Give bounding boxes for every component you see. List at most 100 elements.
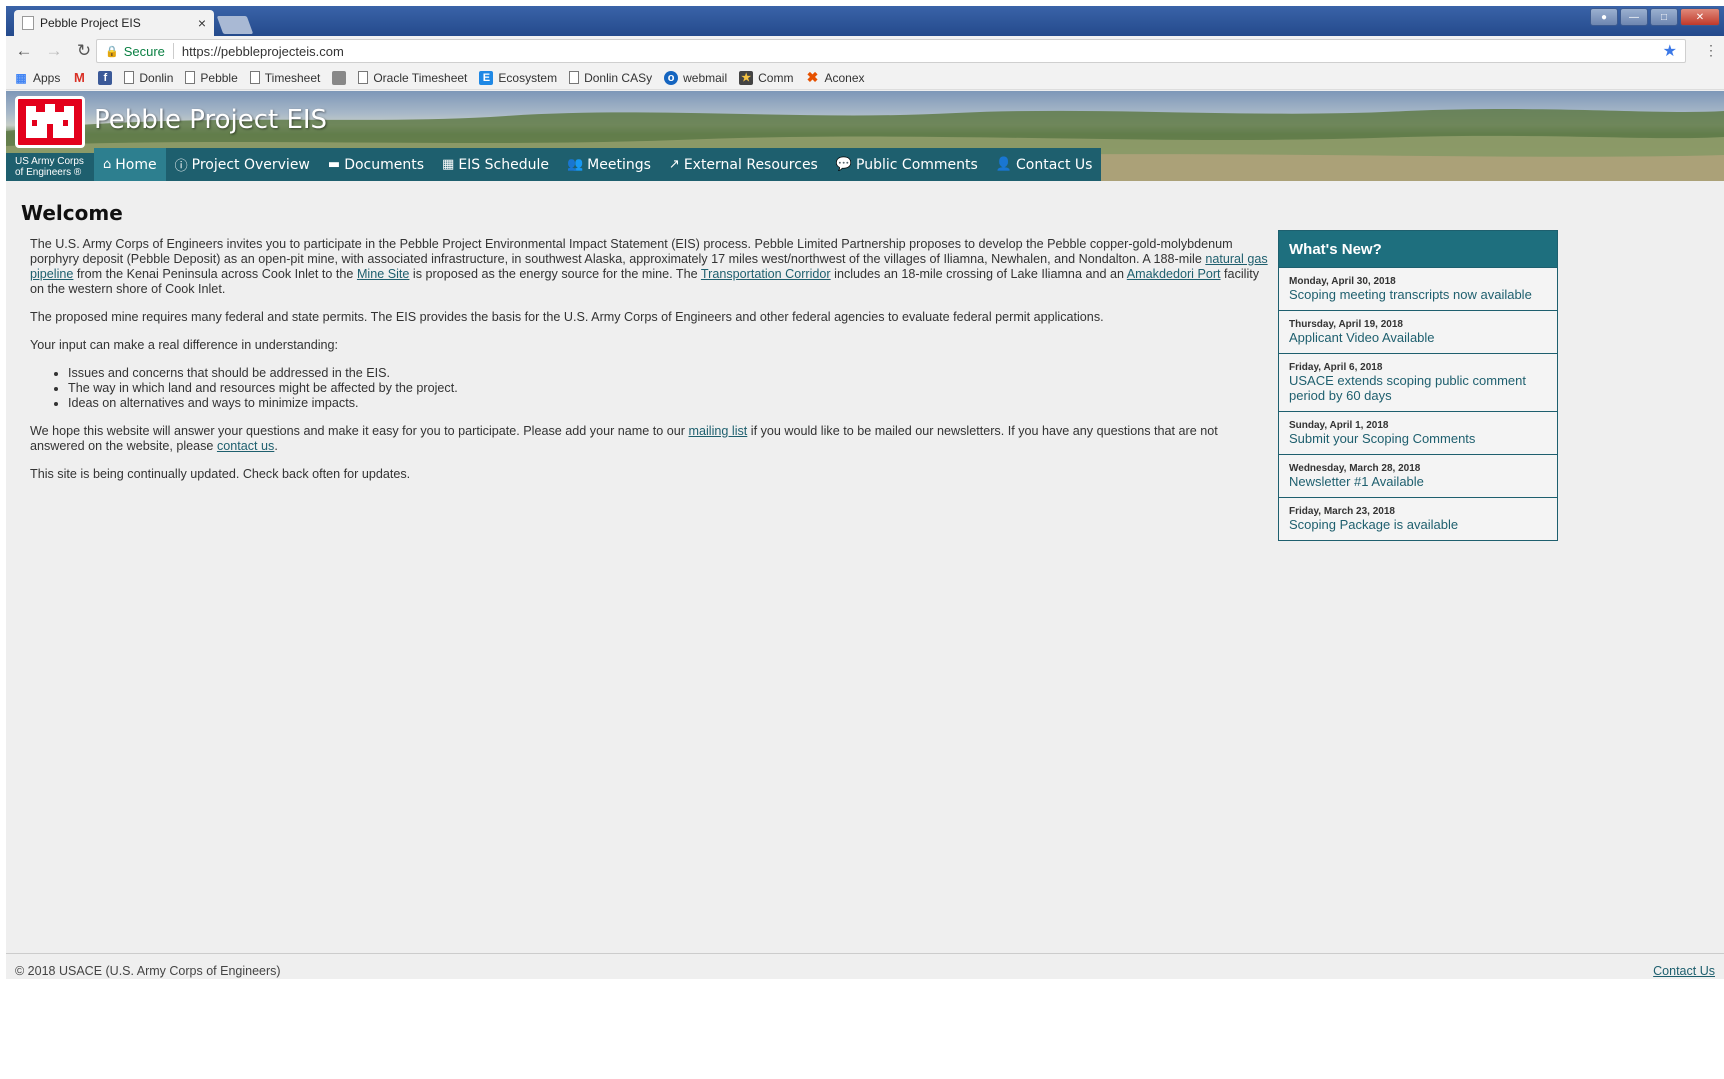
- page-margin: [0, 979, 1724, 1079]
- bookmark-unnamed[interactable]: [332, 70, 347, 85]
- input-list: Issues and concerns that should be addre…: [68, 366, 1270, 411]
- profile-button[interactable]: ●: [1590, 8, 1618, 26]
- tab-close-icon[interactable]: ×: [198, 15, 206, 31]
- list-item: The way in which land and resources migh…: [68, 381, 1270, 396]
- comment-icon: 💬: [835, 157, 853, 172]
- title-bar: Pebble Project EIS × ● — □ ✕: [6, 6, 1724, 36]
- bookmark-pebble[interactable]: Pebble: [185, 71, 238, 85]
- page-icon: [249, 71, 260, 84]
- site-title[interactable]: Pebble Project EIS: [94, 105, 327, 135]
- transportation-corridor-link[interactable]: Transportation Corridor: [701, 267, 831, 281]
- nav-contact-us[interactable]: 👤 Contact Us: [987, 148, 1102, 181]
- bookmark-ecosystem[interactable]: E Ecosystem: [479, 70, 557, 85]
- bookmark-timesheet[interactable]: Timesheet: [249, 71, 320, 85]
- minimize-button[interactable]: —: [1620, 8, 1648, 26]
- mailing-list-link[interactable]: mailing list: [689, 424, 748, 438]
- news-item[interactable]: Friday, March 23, 2018 Scoping Package is…: [1279, 497, 1557, 540]
- copyright-text: © 2018 USACE (U.S. Army Corps of Enginee…: [15, 964, 281, 978]
- bookmark-oracle-timesheet[interactable]: Oracle Timesheet: [358, 71, 467, 85]
- facebook-icon: f: [98, 70, 113, 85]
- page-icon: [569, 71, 580, 84]
- new-tab-button[interactable]: [216, 16, 254, 34]
- nav-project-overview[interactable]: ⓘ Project Overview: [166, 148, 319, 181]
- whats-new-heading: What's New?: [1279, 231, 1557, 267]
- site-header: US Army Corps of Engineers ® Pebble Proj…: [6, 91, 1724, 181]
- bookmark-webmail[interactable]: o webmail: [664, 70, 727, 85]
- org-name: US Army Corps of Engineers ®: [6, 153, 94, 181]
- usace-castle-logo[interactable]: [15, 96, 85, 148]
- amakdedori-port-link[interactable]: Amakdedori Port: [1127, 267, 1221, 281]
- page-title: Welcome: [21, 201, 123, 225]
- page-icon: [185, 71, 196, 84]
- nav-eis-schedule[interactable]: ▦ EIS Schedule: [433, 148, 558, 181]
- apps-grid-icon: ▦: [15, 70, 27, 85]
- webmail-icon: o: [664, 70, 679, 85]
- intro-paragraph: The U.S. Army Corps of Engineers invites…: [30, 237, 1268, 296]
- list-item: Issues and concerns that should be addre…: [68, 366, 1270, 381]
- url-text[interactable]: https://pebbleprojecteis.com: [182, 44, 344, 59]
- news-item[interactable]: Thursday, April 19, 2018 Applicant Video …: [1279, 310, 1557, 353]
- news-item[interactable]: Friday, April 6, 2018 USACE extends scopi…: [1279, 353, 1557, 411]
- news-item[interactable]: Wednesday, March 28, 2018 Newsletter #1 A…: [1279, 454, 1557, 497]
- back-arrow-icon[interactable]: ←: [12, 41, 36, 61]
- news-item[interactable]: Monday, April 30, 2018 Scoping meeting tr…: [1279, 267, 1557, 310]
- whats-new-panel: What's New? Monday, April 30, 2018 Scopin…: [1278, 230, 1558, 541]
- gmail-icon: M: [73, 70, 85, 85]
- browser-toolbar: ← → ↻ 🔒 Secure https://pebbleprojecteis.…: [6, 36, 1724, 66]
- tab-title: Pebble Project EIS: [40, 16, 141, 30]
- permits-paragraph: The proposed mine requires many federal …: [30, 310, 1104, 324]
- address-bar[interactable]: 🔒 Secure https://pebbleprojecteis.com ★: [96, 39, 1686, 63]
- nav-home[interactable]: ⌂ Home: [94, 148, 166, 181]
- browser-window: Pebble Project EIS × ● — □ ✕ ← → ↻ 🔒 Sec…: [6, 6, 1724, 1079]
- bookmarks-bar: ▦ Apps M f Donlin Pebble Timesheet Oracle…: [6, 66, 1724, 90]
- external-link-icon: ↗: [668, 157, 680, 172]
- secure-label: Secure: [123, 43, 165, 59]
- main-navigation: ⌂ Home ⓘ Project Overview ▬ Documents ▦ EIS …: [94, 148, 1102, 181]
- bookmark-apps[interactable]: ▦ Apps: [14, 71, 60, 85]
- info-icon: ⓘ: [174, 159, 188, 174]
- comm-icon: ★: [739, 70, 754, 85]
- footer-contact-link[interactable]: Contact Us: [1653, 964, 1715, 978]
- divider: [172, 43, 174, 59]
- maximize-button[interactable]: □: [1650, 8, 1678, 26]
- calendar-icon: ▦: [442, 157, 455, 172]
- ecosystem-icon: E: [479, 70, 494, 85]
- bookmark-aconex[interactable]: ✖ Aconex: [805, 69, 865, 85]
- bookmark-comm[interactable]: ★ Comm: [739, 70, 793, 85]
- browser-tab[interactable]: Pebble Project EIS ×: [14, 10, 214, 36]
- intro-text: The U.S. Army Corps of Engineers invites…: [30, 237, 1270, 495]
- participate-paragraph: We hope this website will answer your qu…: [30, 424, 1218, 453]
- news-item[interactable]: Sunday, April 1, 2018 Submit your Scoping…: [1279, 411, 1557, 454]
- home-icon: ⌂: [103, 157, 112, 172]
- users-icon: 👥: [566, 157, 584, 172]
- user-icon: 👤: [995, 157, 1013, 172]
- nav-meetings[interactable]: 👥 Meetings: [558, 148, 660, 181]
- contact-us-link[interactable]: contact us: [217, 439, 274, 453]
- bookmark-facebook[interactable]: f: [98, 70, 113, 85]
- list-item: Ideas on alternatives and ways to minimi…: [68, 396, 1270, 411]
- app-icon: [332, 70, 347, 85]
- browser-menu-icon[interactable]: ⋮: [1704, 42, 1718, 59]
- page-icon: [124, 71, 135, 84]
- bookmark-gmail[interactable]: M: [72, 70, 86, 85]
- reload-icon[interactable]: ↻: [72, 41, 96, 61]
- mine-site-link[interactable]: Mine Site: [357, 267, 410, 281]
- page-favicon-icon: [22, 16, 34, 30]
- window-close-button[interactable]: ✕: [1680, 8, 1720, 26]
- document-icon: ▬: [327, 157, 341, 172]
- bookmark-donlin-casy[interactable]: Donlin CASy: [569, 71, 652, 85]
- page-content: Welcome The U.S. Army Corps of Engineers…: [6, 181, 1724, 957]
- aconex-icon: ✖: [806, 69, 819, 85]
- input-paragraph: Your input can make a real difference in…: [30, 338, 339, 352]
- nav-documents[interactable]: ▬ Documents: [319, 148, 433, 181]
- castle-icon: [26, 104, 74, 138]
- nav-external-resources[interactable]: ↗ External Resources: [660, 148, 827, 181]
- updates-paragraph: This site is being continually updated. …: [30, 467, 411, 481]
- forward-arrow-icon[interactable]: →: [42, 41, 66, 61]
- window-controls: ● — □ ✕: [1590, 8, 1720, 26]
- nav-public-comments[interactable]: 💬 Public Comments: [827, 148, 987, 181]
- bookmark-donlin[interactable]: Donlin: [124, 71, 173, 85]
- lock-icon: 🔒: [105, 45, 119, 58]
- page-icon: [358, 71, 369, 84]
- bookmark-star-icon[interactable]: ★: [1663, 41, 1677, 61]
